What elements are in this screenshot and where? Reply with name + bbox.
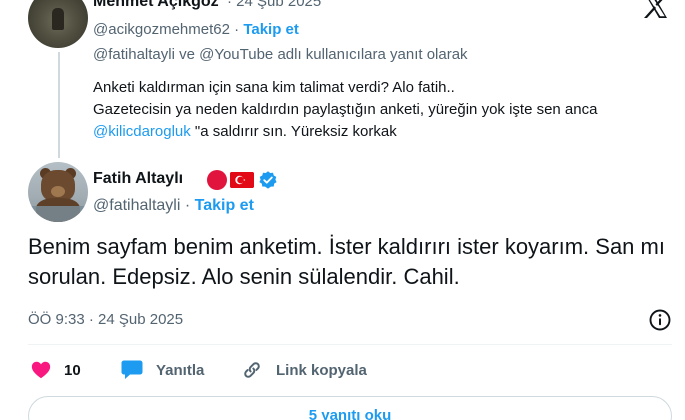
read-replies-button[interactable]: 5 yanıtı oku: [28, 396, 672, 420]
separator-dot: ·: [234, 21, 240, 38]
reply-label: Yanıtla: [156, 361, 205, 379]
verified-badge-icon[interactable]: [258, 170, 278, 190]
mention-link[interactable]: @kilicdarogluk: [93, 123, 191, 140]
x-logo-icon[interactable]: [640, 0, 672, 18]
parent-tweet-line-2: Gazetecisin ya neden kaldırdın paylaştığ…: [93, 99, 653, 143]
parent-follow-button[interactable]: Takip et: [243, 21, 299, 38]
parent-tweet-text-end: "a saldırır sın. Yüreksiz korkak: [190, 123, 397, 140]
main-author-name[interactable]: Fatih Altaylı: [93, 170, 183, 188]
red-circle-emoji-icon: [207, 170, 227, 190]
copy-link-label: Link kopyala: [276, 361, 367, 379]
heart-icon: [31, 361, 51, 379]
main-tweet-text: Benim sayfam benim anketim. İster kaldır…: [28, 234, 665, 289]
main-author-handle[interactable]: @fatihaltayli: [93, 197, 180, 214]
like-count: 10: [64, 361, 81, 379]
parent-tweet-text-part: Gazetecisin ya neden kaldırdın paylaştığ…: [93, 101, 598, 118]
main-author-avatar[interactable]: [28, 162, 88, 222]
parent-author-handle[interactable]: @acikgozmehmet62: [93, 21, 230, 38]
reply-context: @fatihaltayli ve @YouTube adlı kullanıcı…: [93, 46, 468, 63]
reply-bubble-icon: [121, 360, 143, 379]
like-button[interactable]: 10: [30, 358, 81, 382]
reply-button[interactable]: Yanıtla: [120, 358, 204, 382]
thread-connector-line: [58, 52, 60, 158]
parent-author-name[interactable]: Mehmet Açıkgöz: [93, 0, 219, 11]
main-follow-button[interactable]: Takip et: [195, 197, 254, 214]
info-icon[interactable]: [648, 308, 672, 332]
separator-dot: ·: [184, 197, 191, 214]
parent-author-avatar[interactable]: [28, 0, 88, 48]
divider: [28, 344, 672, 345]
parent-tweet-line-1: Anketi kaldırman için sana kim talimat v…: [93, 79, 455, 96]
read-replies-label: 5 yanıtı oku: [308, 406, 392, 420]
main-tweet-timestamp[interactable]: ÖÖ 9:33 · 24 Şub 2025: [28, 311, 183, 328]
main-handle-row: @fatihaltayli · Takip et: [93, 197, 254, 215]
copy-link-button[interactable]: Link kopyala: [240, 358, 367, 382]
link-icon: [244, 362, 260, 378]
parent-handle-row: @acikgozmehmet62 · Takip et: [93, 21, 299, 38]
parent-tweet-date[interactable]: · 24 Şub 2025: [227, 0, 321, 10]
turkey-flag-icon: [230, 172, 254, 188]
parent-tweet-text: Anketi kaldırman için sana kim talimat v…: [93, 77, 653, 143]
